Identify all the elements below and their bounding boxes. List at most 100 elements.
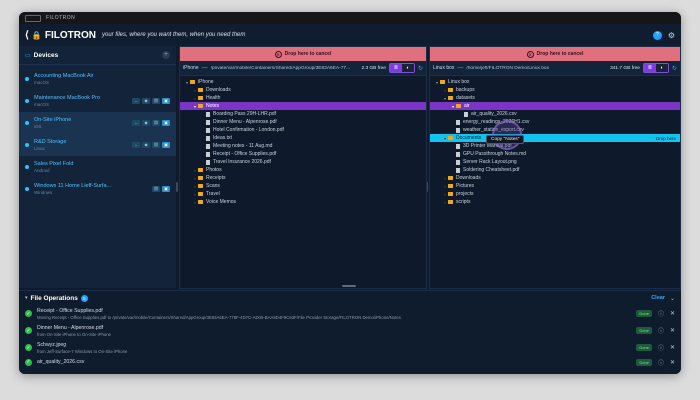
tree-item[interactable]: Travel Insurance 2026.pdf <box>180 158 426 166</box>
tree-item[interactable]: › Receipts <box>180 174 426 182</box>
tree-item[interactable]: air_quality_2026.csv <box>430 110 680 118</box>
file-icon <box>456 127 460 133</box>
open-pane-button[interactable]: ▣ <box>162 142 170 148</box>
sidebar-item-windows-surface[interactable]: Windows 11 Home Lieff-Surfa... Windows ⛓… <box>19 178 176 200</box>
tree-item[interactable]: 3D Printer Manual.pdf <box>430 142 680 150</box>
tree-item[interactable]: › Downloads <box>180 86 426 94</box>
sidebar-item-sales-pixel-fold[interactable]: Sales Pixel Fold Android <box>19 156 176 178</box>
tree-item-drop-target[interactable]: ▾ Documents Drop here <box>430 134 680 142</box>
tree-label: Travel Insurance 2026.pdf <box>213 159 271 165</box>
device-name: Accounting MacBook Air <box>34 73 94 79</box>
path-text[interactable]: /home/jeff/FILOTRON Demo/Linux box <box>466 66 607 71</box>
drop-cancel-zone[interactable]: ✕ Drop here to cancel <box>430 47 680 61</box>
sidebar-item-onsite-iphone[interactable]: On-Site iPhone iOS ↔ ◆ ⛓ ▣ <box>19 112 176 134</box>
tree-item[interactable]: energy_readings_2026H1.csv <box>430 118 680 126</box>
tree-label: Scans <box>206 183 220 189</box>
tree-item[interactable]: GPU Passthrough Notes.md <box>430 150 680 158</box>
refresh-icon[interactable]: ↻ <box>418 65 423 72</box>
close-icon[interactable]: ✕ <box>670 327 675 334</box>
tree-item[interactable]: Meeting notes - 11 Aug.md <box>180 142 426 150</box>
tree-item[interactable]: ▾ iPhone <box>180 78 426 86</box>
status-badge: Done <box>636 310 652 317</box>
tree-item[interactable]: Ideas.txt <box>180 134 426 142</box>
tree-item[interactable]: Receipt - Office Supplies.pdf <box>180 150 426 158</box>
open-pane-button[interactable]: ▣ <box>162 98 170 104</box>
tree-view-icon[interactable]: ≣ <box>643 64 656 72</box>
drag-tooltip: Copy "Notes" <box>486 135 525 144</box>
gear-icon[interactable]: ⚙ <box>668 31 675 40</box>
drop-cancel-zone[interactable]: ✕ Drop here to cancel <box>180 47 426 61</box>
tree-label: GPU Passthrough Notes.md <box>463 151 527 157</box>
tree-item[interactable]: › Travel <box>180 190 426 198</box>
grid-view-icon[interactable]: ◐ <box>655 64 668 72</box>
ops-title: File Operations <box>30 294 78 302</box>
cancel-label: Drop here to cancel <box>284 51 332 57</box>
info-icon[interactable]: ⓘ <box>658 343 664 352</box>
tree-item-selected[interactable]: ▾ Notes <box>180 102 426 110</box>
sidebar-item-accounting-macbook[interactable]: Accounting MacBook Air macOS <box>19 68 176 90</box>
file-icon <box>206 111 210 117</box>
folder-icon <box>448 200 453 204</box>
tree-view-icon[interactable]: ≣ <box>389 64 402 72</box>
tree-item[interactable]: weather_station_export.csv <box>430 126 680 134</box>
link-icon[interactable]: ⛓ <box>152 186 160 192</box>
grid-view-icon[interactable]: ◐ <box>401 64 414 72</box>
operation-row: ✓ air_quality_2026.csv Done ⓘ ✕ <box>19 356 681 368</box>
file-operations-panel: ▾ File Operations 5 Clear ⌄ ✓ Receipt - … <box>19 285 681 374</box>
minimize-icon[interactable]: ⌄ <box>670 295 675 302</box>
folder-icon <box>448 192 453 196</box>
tree-label: scripts <box>456 199 471 205</box>
folder-icon <box>198 192 203 196</box>
tree-item[interactable]: Hotel Confirmation - London.pdf <box>180 126 426 134</box>
op-detail: from On-Site iPhone to On-Site iPhone <box>37 331 112 337</box>
sidebar-item-rd-storage[interactable]: R&D Storage Linux ↔ ◆ ⛓ ▣ <box>19 134 176 156</box>
shield-icon: ◆ <box>142 120 150 126</box>
help-avatar[interactable]: ? <box>652 30 662 40</box>
open-pane-button[interactable]: ▣ <box>162 186 170 192</box>
info-icon[interactable]: ⓘ <box>658 358 664 367</box>
tree-item[interactable]: Dinner Menu - Alpenrose.pdf <box>180 118 426 126</box>
tree-item[interactable]: ▾ Linux box <box>430 78 680 86</box>
link-icon[interactable]: ⛓ <box>152 120 160 126</box>
tree-item-selected[interactable]: ▾ air <box>430 102 680 110</box>
tree-item[interactable]: › backups <box>430 86 680 94</box>
tree-item[interactable]: › Health <box>180 94 426 102</box>
close-icon[interactable]: ✕ <box>670 359 675 366</box>
folder-icon <box>198 176 203 180</box>
tree-item[interactable]: ▾ datasets <box>430 94 680 102</box>
open-pane-button[interactable]: ▣ <box>162 120 170 126</box>
clear-button[interactable]: Clear <box>651 295 665 301</box>
left-file-pane: ✕ Drop here to cancel iPhone — /private/… <box>179 46 427 289</box>
add-device-button[interactable]: + <box>162 51 170 59</box>
chevron-down-icon[interactable]: ▾ <box>25 295 28 301</box>
tree-item[interactable]: Boarding Pass 29H-LHR.pdf <box>180 110 426 118</box>
close-icon[interactable]: ✕ <box>670 344 675 351</box>
tree-item[interactable]: Server Rack Layout.png <box>430 158 680 166</box>
tree-item[interactable]: › Scans <box>180 182 426 190</box>
device-name: Windows 11 Home Lieff-Surfa... <box>34 183 112 189</box>
link-icon[interactable]: ⛓ <box>152 98 160 104</box>
device-os: macOS <box>34 102 50 107</box>
tree-item[interactable]: › Pictures <box>430 182 680 190</box>
info-icon[interactable]: ⓘ <box>658 309 664 318</box>
sidebar-splitter[interactable] <box>176 182 178 192</box>
device-name: On-Site iPhone <box>34 117 72 123</box>
info-icon[interactable]: ⓘ <box>658 326 664 335</box>
resize-handle[interactable] <box>342 285 356 287</box>
tree-item[interactable]: › Photos <box>180 166 426 174</box>
tree-item[interactable]: › Voice Memos <box>180 198 426 206</box>
refresh-icon[interactable]: ↻ <box>672 65 677 72</box>
tree-item[interactable]: › projects <box>430 190 680 198</box>
folder-icon <box>198 88 203 92</box>
tree-item[interactable]: › scripts <box>430 198 680 206</box>
close-icon[interactable]: ✕ <box>670 310 675 317</box>
path-text[interactable]: /private/var/mobile/Containers/Shared/Ap… <box>211 66 359 71</box>
tree-label: iPhone <box>198 79 214 85</box>
link-icon[interactable]: ⛓ <box>152 142 160 148</box>
sidebar-item-maintenance-macbook[interactable]: Maintenance MacBook Pro macOS ↔ ◆ ⛓ ▣ <box>19 90 176 112</box>
path-bar: iPhone — /private/var/mobile/Containers/… <box>180 61 426 76</box>
tree-label: projects <box>456 191 474 197</box>
tree-item[interactable]: Soldering Cheatsheet.pdf <box>430 166 680 174</box>
tree-item[interactable]: › Downloads <box>430 174 680 182</box>
folder-icon <box>448 184 453 188</box>
